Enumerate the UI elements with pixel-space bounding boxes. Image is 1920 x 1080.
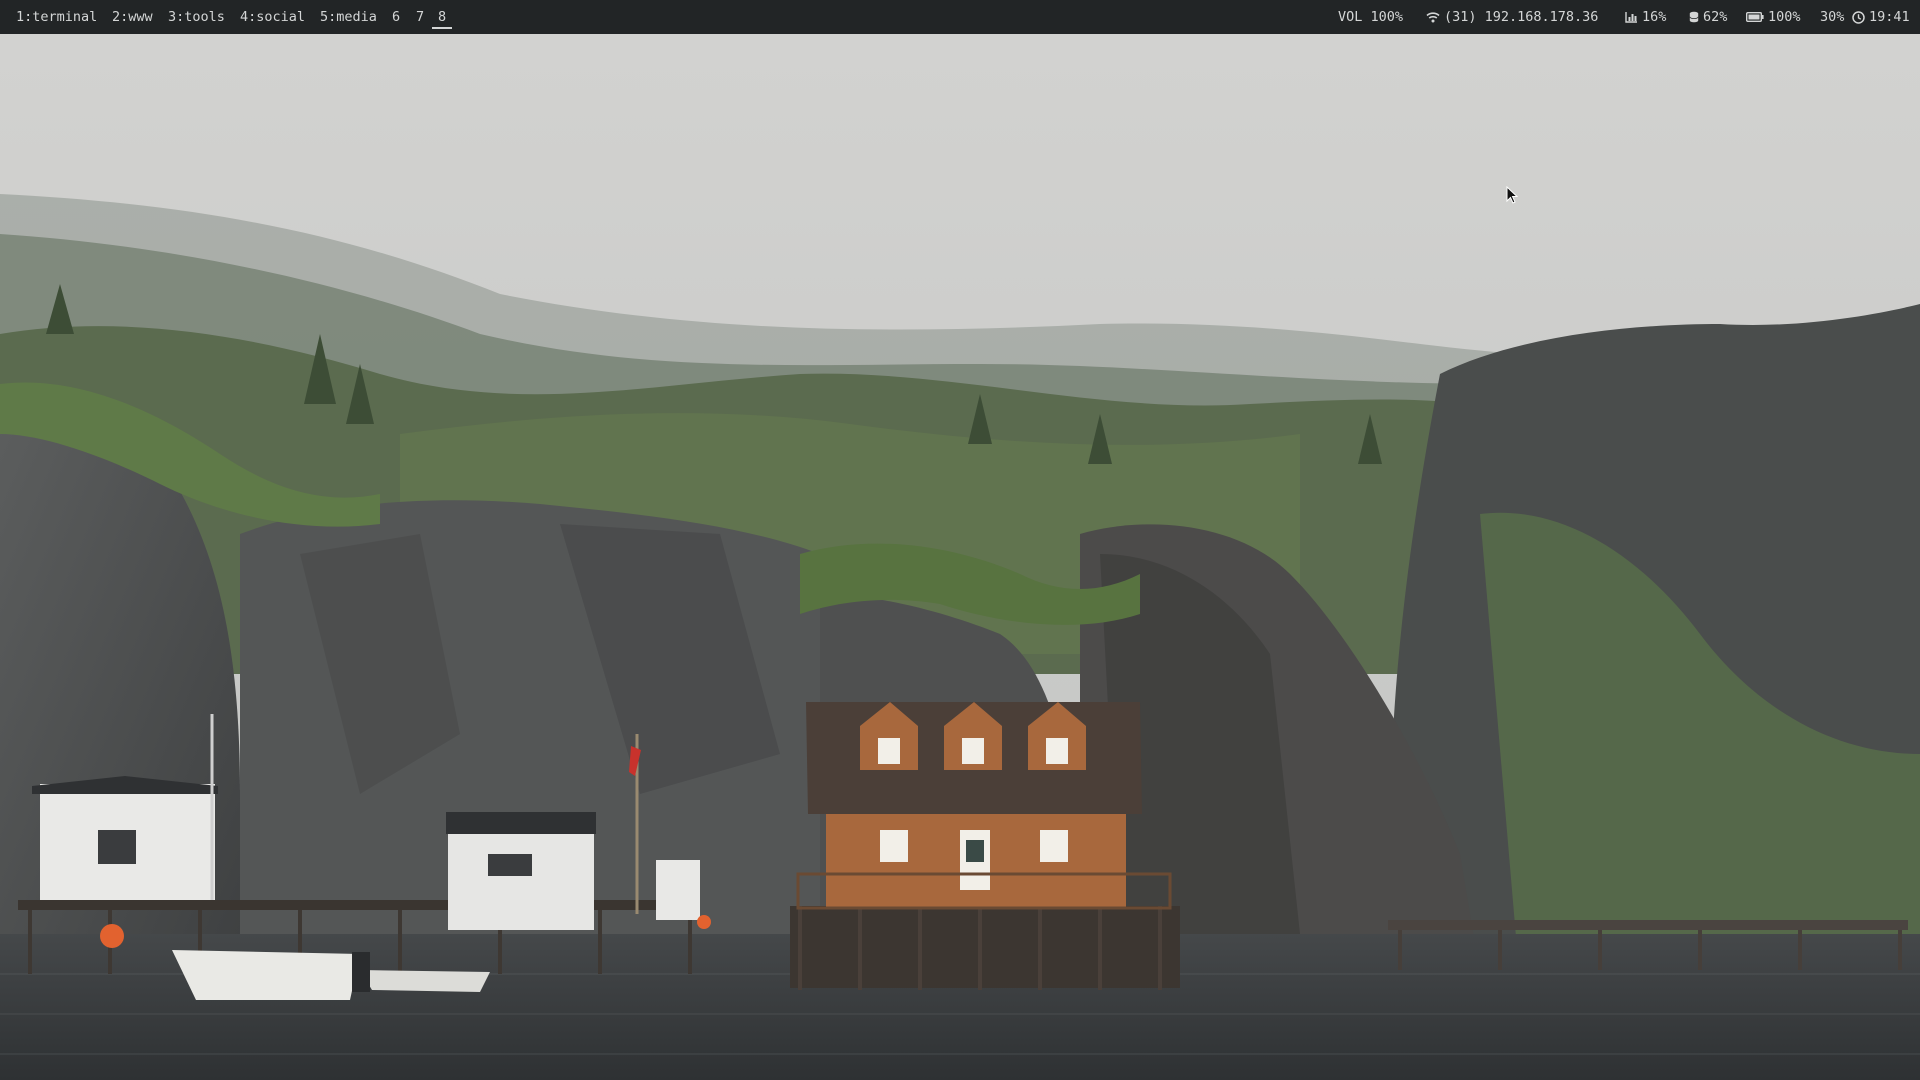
workspace-1[interactable]: 1:terminal xyxy=(16,0,97,34)
workspace-3[interactable]: 3:tools xyxy=(168,0,225,34)
memory-label: 62% xyxy=(1703,9,1728,25)
cpu-indicator[interactable]: 16% xyxy=(1625,0,1666,34)
workspace-4[interactable]: 4:social xyxy=(240,0,305,34)
clock-label: 19:41 xyxy=(1869,9,1910,25)
wifi-label: (31) 192.168.178.36 xyxy=(1444,9,1599,25)
workspace-8[interactable]: 8 xyxy=(432,0,453,29)
cpu-label: 16% xyxy=(1642,9,1667,25)
workspace-5[interactable]: 5:media xyxy=(320,0,377,34)
workspace-6[interactable]: 6 xyxy=(392,0,400,34)
brightness-indicator[interactable]: 30% xyxy=(1820,0,1844,34)
workspace-7[interactable]: 7 xyxy=(416,0,424,34)
volume-indicator[interactable]: VOL 100% xyxy=(1338,0,1403,34)
memory-indicator[interactable]: 62% xyxy=(1689,0,1727,34)
disk-icon xyxy=(1689,11,1699,23)
wifi-indicator[interactable]: (31) 192.168.178.36 xyxy=(1426,0,1598,34)
clock[interactable]: 19:41 xyxy=(1852,0,1910,34)
chart-icon xyxy=(1625,12,1637,23)
top-status-bar: 1:terminal 2:www 3:tools 4:social 5:medi… xyxy=(0,0,1920,34)
battery-indicator[interactable]: 100% xyxy=(1746,0,1801,34)
desktop-wallpaper xyxy=(0,34,1920,1080)
wifi-icon xyxy=(1426,12,1440,23)
mouse-cursor-icon xyxy=(1506,186,1518,204)
workspace-2[interactable]: 2:www xyxy=(112,0,153,34)
battery-icon xyxy=(1746,12,1764,22)
clock-icon xyxy=(1852,10,1865,24)
battery-label: 100% xyxy=(1768,9,1801,25)
